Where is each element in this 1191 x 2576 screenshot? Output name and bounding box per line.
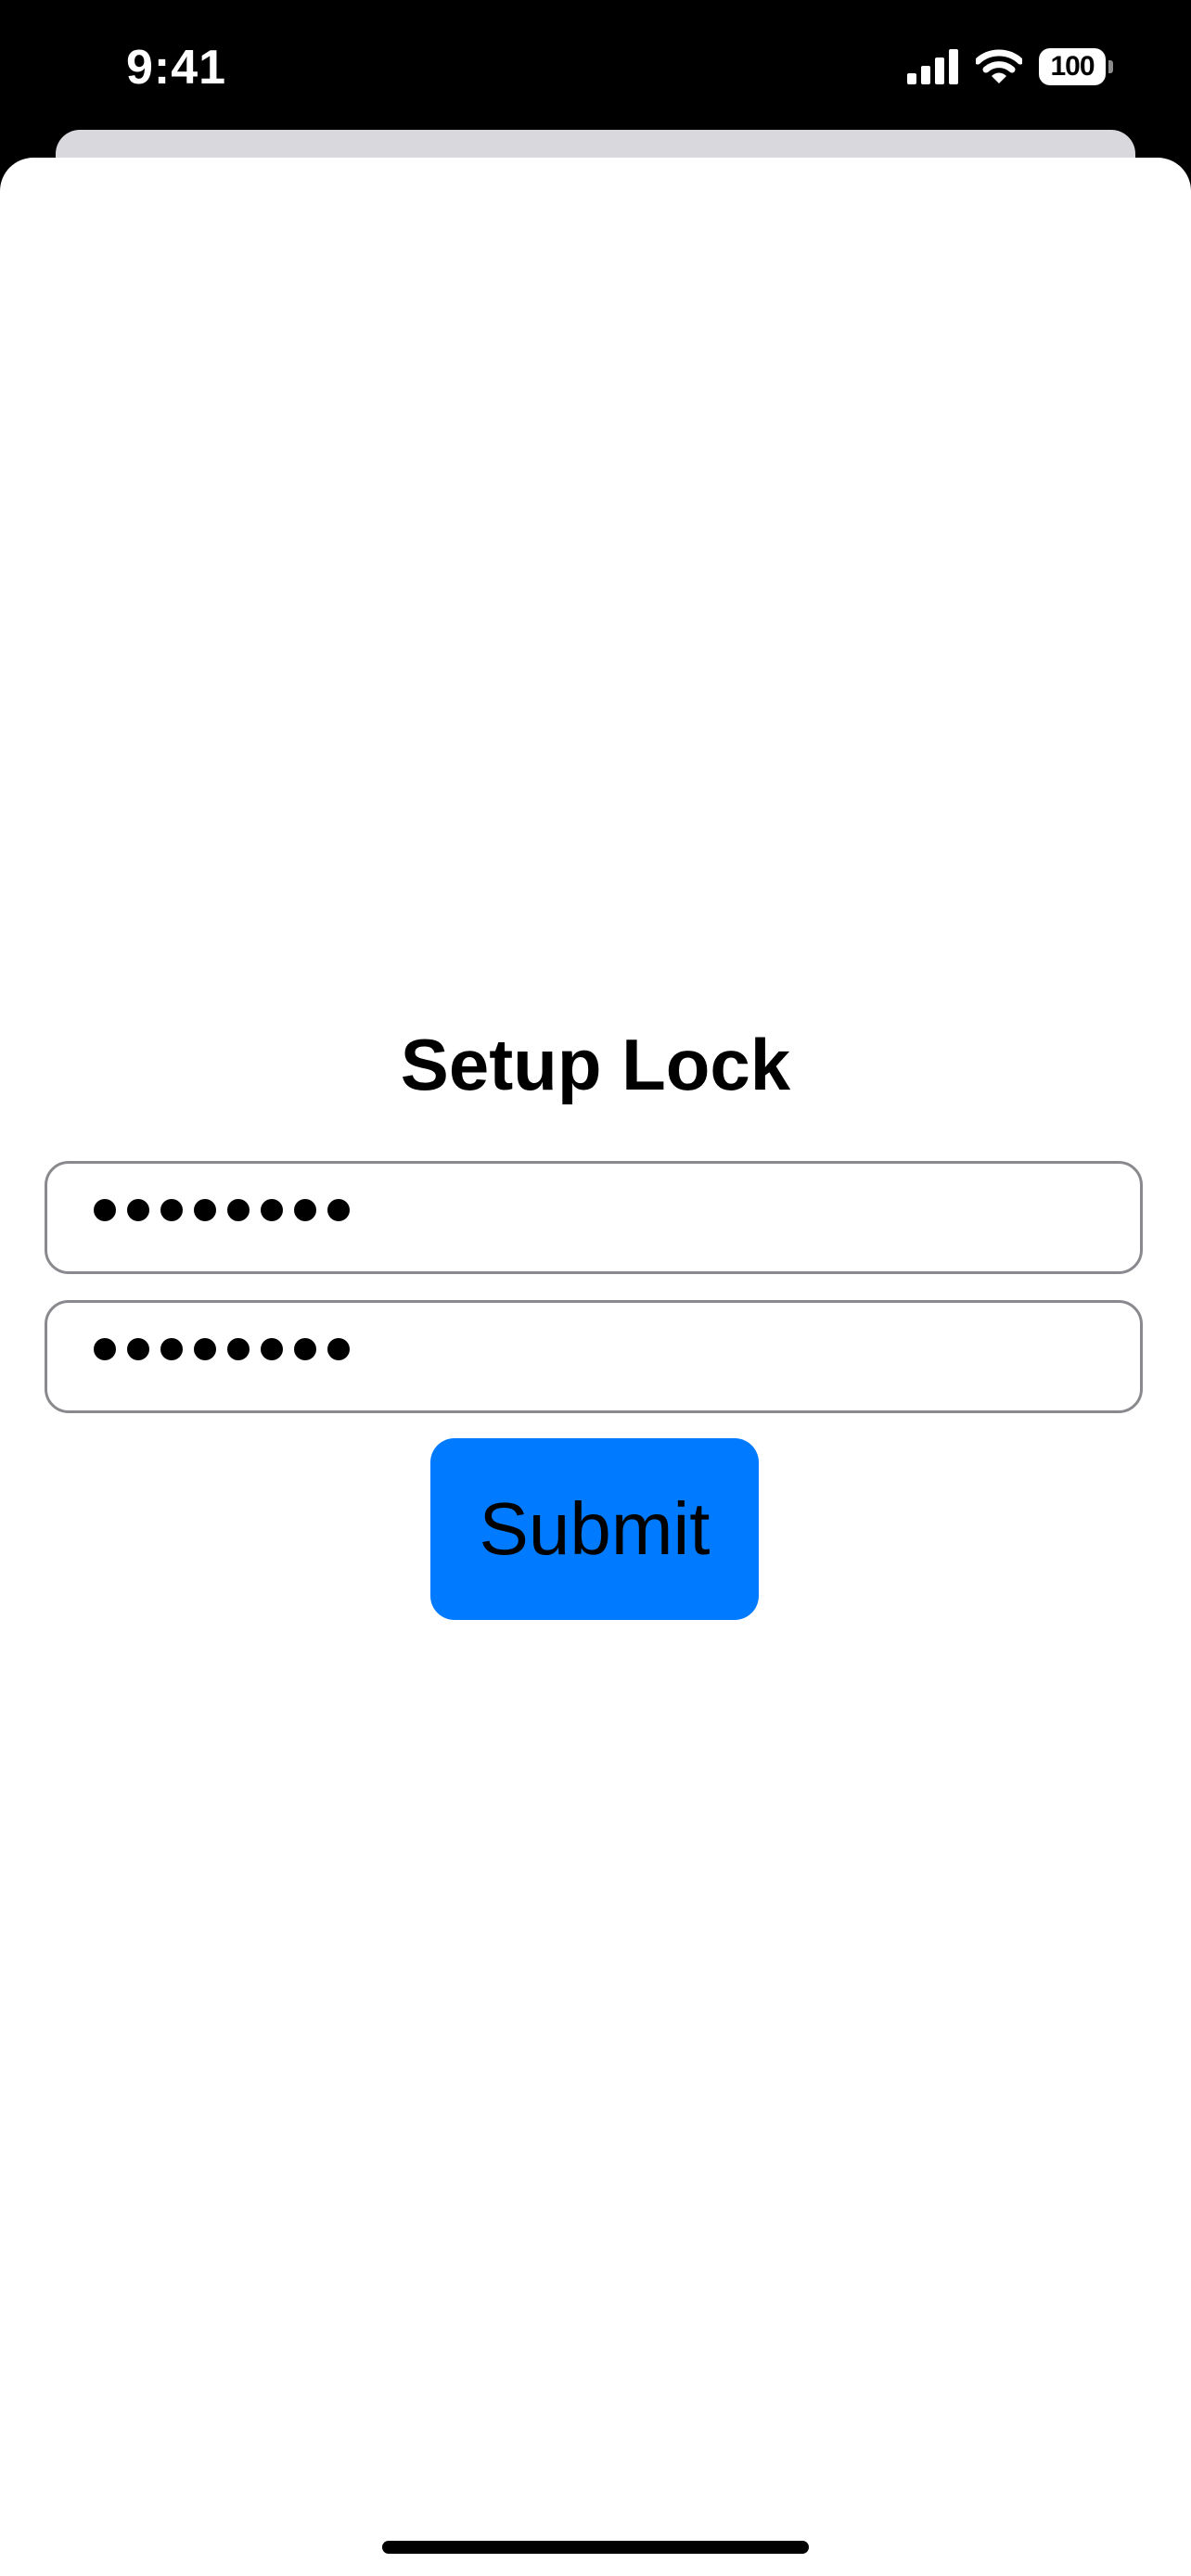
home-indicator[interactable] <box>382 2541 809 2554</box>
password-dot <box>194 1199 216 1221</box>
page-title: Setup Lock <box>400 1024 791 1105</box>
password-dot <box>94 1338 116 1360</box>
password-dot <box>261 1338 283 1360</box>
password-dot <box>227 1199 250 1221</box>
password-dot <box>194 1338 216 1360</box>
password-field[interactable] <box>45 1161 1143 1274</box>
confirm-password-field[interactable] <box>45 1300 1143 1413</box>
password-dot <box>127 1338 149 1360</box>
password-mask <box>94 1199 350 1221</box>
password-dot <box>127 1199 149 1221</box>
submit-button[interactable]: Submit <box>430 1438 759 1620</box>
password-dot <box>94 1199 116 1221</box>
password-dot <box>294 1338 316 1360</box>
password-dot <box>327 1338 350 1360</box>
password-dot <box>160 1338 183 1360</box>
cellular-signal-icon <box>907 49 958 84</box>
battery-icon: 100 <box>1039 48 1113 85</box>
status-time: 9:41 <box>126 41 227 95</box>
wifi-icon <box>976 49 1022 83</box>
password-dot <box>327 1199 350 1221</box>
password-dot <box>261 1199 283 1221</box>
battery-cap <box>1108 60 1113 73</box>
password-dot <box>227 1338 250 1360</box>
status-bar: 9:41 100 <box>0 0 1191 130</box>
password-dot <box>294 1199 316 1221</box>
password-dot <box>160 1199 183 1221</box>
confirm-password-mask <box>94 1338 350 1360</box>
battery-level: 100 <box>1039 48 1106 85</box>
status-icons: 100 <box>907 43 1113 91</box>
